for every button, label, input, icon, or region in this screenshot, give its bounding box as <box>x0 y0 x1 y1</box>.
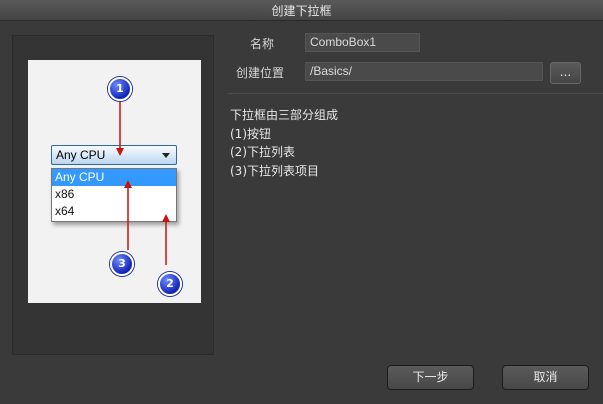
badge-1: 1 <box>108 77 132 101</box>
badge-3: 3 <box>110 252 134 276</box>
name-label: 名称 <box>250 37 275 51</box>
chevron-down-icon <box>162 153 170 158</box>
dropdown-list-preview: Any CPU x86 x64 <box>51 168 177 222</box>
location-label: 创建位置 <box>236 66 285 80</box>
divider <box>228 93 603 94</box>
browse-button[interactable]: ... <box>550 62 581 84</box>
dropdown-item: x86 <box>55 187 75 201</box>
combobox-value: Any CPU <box>56 148 106 162</box>
description-line: (1)按钮 <box>230 126 271 141</box>
dropdown-item: Any CPU <box>52 169 176 186</box>
badge-2: 2 <box>158 272 182 296</box>
next-button[interactable]: 下一步 <box>387 365 474 390</box>
description-line: (2)下拉列表 <box>230 145 295 159</box>
description-line: (3)下拉列表项目 <box>230 163 319 178</box>
title-bar: 创建下拉框 <box>0 0 603 21</box>
name-field[interactable]: ComboBox1 <box>305 33 420 52</box>
dropdown-item: x64 <box>55 204 75 218</box>
location-field[interactable]: /Basics/ <box>305 62 543 81</box>
combobox-button-preview: Any CPU <box>51 145 177 165</box>
description: 下拉框由三部分组成 (1)按钮 (2)下拉列表 (3)下拉列表项目 <box>230 106 338 180</box>
description-line: 下拉框由三部分组成 <box>230 108 339 122</box>
window-title: 创建下拉框 <box>271 4 332 18</box>
cancel-button[interactable]: 取消 <box>502 365 589 390</box>
